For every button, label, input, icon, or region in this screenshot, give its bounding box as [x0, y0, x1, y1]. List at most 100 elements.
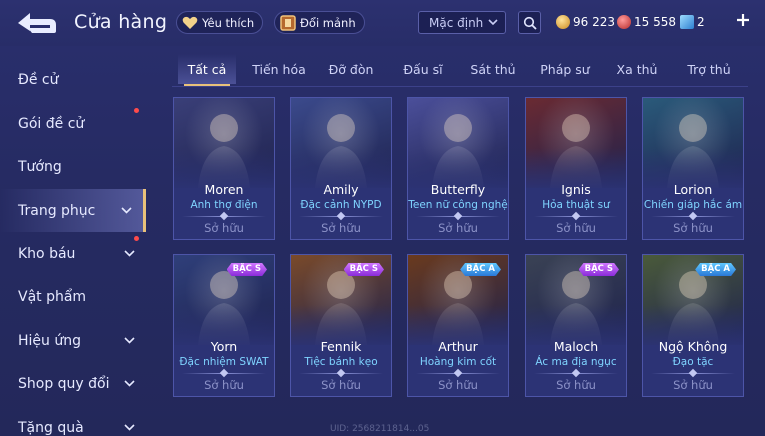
tab-all[interactable]: Tất cả — [178, 54, 236, 86]
skin-card[interactable]: Butterfly Teen nữ công nghệ Sở hữu — [407, 97, 509, 240]
hero-name: Amily — [323, 182, 359, 197]
divider-diamond-icon — [453, 211, 463, 221]
sidebar-item-items[interactable]: Vật phẩm — [0, 275, 146, 318]
tier-badge: BẬC A — [695, 263, 736, 276]
tab-label: Tất cả — [187, 61, 227, 77]
sidebar-item-heroes[interactable]: Tướng — [0, 145, 146, 188]
tab-tank[interactable]: Đỡ đòn — [322, 54, 380, 84]
voucher-icon — [680, 15, 694, 29]
tab-marksman[interactable]: Xa thủ — [608, 54, 666, 84]
owned-status: Sở hữu — [321, 378, 361, 392]
skin-card[interactable]: BẬC A Arthur Hoàng kim cốt Sở hữu — [407, 254, 509, 397]
fragment-box-icon — [279, 14, 297, 32]
tab-label: Trợ thủ — [687, 61, 731, 77]
tab-assassin[interactable]: Sát thủ — [464, 54, 522, 84]
skin-card[interactable]: Moren Anh thợ điện Sở hữu — [173, 97, 275, 240]
voucher-balance: 2 — [680, 13, 705, 31]
hero-name: Lorion — [673, 182, 713, 197]
divider-diamond-icon — [688, 368, 698, 378]
sidebar-item-label: Hiệu ứng — [18, 332, 81, 349]
tab-label: Xa thủ — [616, 61, 658, 77]
skin-card[interactable]: BẬC S Fennik Tiệc bánh kẹo Sở hữu — [290, 254, 392, 397]
divider-diamond-icon — [688, 211, 698, 221]
owned-status: Sở hữu — [438, 221, 478, 235]
divider-diamond-icon — [219, 211, 229, 221]
skin-card[interactable]: BẬC S Yorn Đặc nhiệm SWAT Sở hữu — [173, 254, 275, 397]
owned-status: Sở hữu — [556, 221, 596, 235]
skin-name: Teen nữ công nghệ — [408, 199, 508, 211]
skin-name: Đặc nhiệm SWAT — [179, 356, 269, 368]
tabs-divider — [172, 86, 748, 87]
sidebar-item-recommended-packs[interactable]: Gói đề cử — [0, 102, 146, 145]
divider-diamond-icon — [571, 368, 581, 378]
skin-card[interactable]: BẬC S Maloch Ác ma địa ngục Sở hữu — [525, 254, 627, 397]
tab-label: Tiến hóa — [252, 61, 306, 77]
divider-diamond-icon — [571, 211, 581, 221]
skin-card[interactable]: Amily Đặc cảnh NYPD Sở hữu — [290, 97, 392, 240]
sidebar-item-treasure[interactable]: Kho báu — [0, 232, 146, 275]
tier-badge: BẬC S — [578, 263, 619, 276]
search-icon — [523, 16, 537, 30]
skin-card[interactable]: Lorion Chiến giáp hắc ám Sở hữu — [642, 97, 744, 240]
sort-dropdown[interactable]: Mặc định — [418, 11, 506, 34]
sidebar-item-label: Shop quy đổi — [18, 375, 110, 392]
back-button[interactable] — [14, 10, 58, 36]
owned-status: Sở hữu — [673, 221, 713, 235]
notification-dot — [134, 236, 139, 241]
skin-name: Anh thợ điện — [190, 199, 258, 211]
skin-name: Đạo tặc — [672, 356, 714, 368]
tab-label: Đỡ đòn — [328, 61, 374, 77]
hero-name: Ignis — [561, 182, 591, 197]
chevron-down-icon — [124, 380, 135, 387]
sidebar-item-label: Đề cử — [18, 71, 59, 88]
divider-diamond-icon — [453, 368, 463, 378]
wishlist-label: Yêu thích — [202, 15, 255, 30]
tab-evolution[interactable]: Tiến hóa — [250, 54, 308, 84]
divider-diamond-icon — [336, 211, 346, 221]
gem-balance: 15 558 — [617, 13, 676, 31]
tab-fighter[interactable]: Đấu sĩ — [394, 54, 452, 84]
divider-diamond-icon — [219, 368, 229, 378]
chevron-down-icon — [121, 207, 132, 214]
exchange-fragments-button[interactable]: Đổi mảnh — [274, 11, 365, 34]
skin-name: Ác ma địa ngục — [535, 356, 617, 368]
hero-name: Butterfly — [430, 182, 486, 197]
sidebar-item-label: Gói đề cử — [18, 115, 85, 132]
sidebar-item-gift[interactable]: Tặng quà — [0, 406, 146, 436]
hero-name: Arthur — [438, 339, 478, 354]
gold-balance: 96 223 — [556, 13, 615, 31]
hero-name: Yorn — [210, 339, 238, 354]
gold-coin-icon — [556, 15, 570, 29]
tab-support[interactable]: Trợ thủ — [680, 54, 738, 84]
sidebar-item-exchange-shop[interactable]: Shop quy đổi — [0, 362, 146, 405]
add-currency-button[interactable] — [735, 12, 751, 28]
sidebar-item-label: Vật phẩm — [18, 288, 87, 305]
exchange-label: Đổi mảnh — [300, 15, 356, 30]
sidebar-item-effects[interactable]: Hiệu ứng — [0, 319, 146, 362]
search-button[interactable] — [518, 11, 541, 34]
gem-value: 15 558 — [634, 15, 676, 29]
heart-icon — [181, 14, 199, 32]
tier-badge: BẬC S — [343, 263, 384, 276]
wishlist-button[interactable]: Yêu thích — [176, 11, 264, 34]
skin-name: Hỏa thuật sư — [542, 199, 610, 211]
skin-card[interactable]: BẬC A Ngộ Không Đạo tặc Sở hữu — [642, 254, 744, 397]
sidebar-item-label: Kho báu — [18, 245, 76, 262]
gold-value: 96 223 — [573, 15, 615, 29]
tab-mage[interactable]: Pháp sư — [536, 54, 594, 84]
hero-name: Ngộ Không — [658, 339, 728, 354]
page-title: Cửa hàng — [74, 11, 168, 33]
owned-status: Sở hữu — [556, 378, 596, 392]
sidebar-item-recommended[interactable]: Đề cử — [0, 58, 146, 101]
hero-name: Fennik — [320, 339, 362, 354]
voucher-value: 2 — [697, 15, 705, 29]
notification-dot — [134, 108, 139, 113]
chevron-down-icon — [124, 424, 135, 431]
sidebar-item-label: Tặng quà — [18, 419, 84, 436]
sidebar-item-skins[interactable]: Trang phục — [0, 189, 146, 232]
chevron-down-icon — [124, 250, 135, 257]
skin-name: Đặc cảnh NYPD — [300, 199, 382, 211]
skin-card[interactable]: Ignis Hỏa thuật sư Sở hữu — [525, 97, 627, 240]
tier-badge: BẬC S — [226, 263, 267, 276]
sort-value: Mặc định — [429, 15, 484, 30]
